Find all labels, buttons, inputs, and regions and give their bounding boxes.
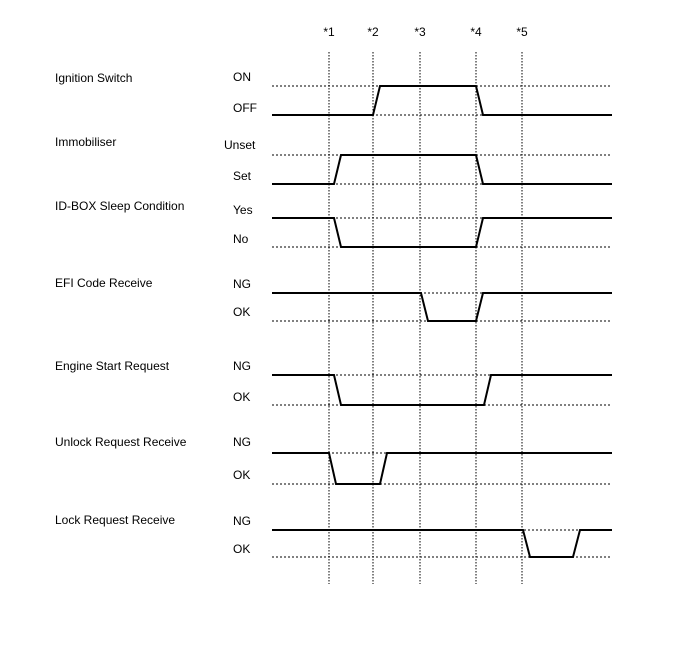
signal-name: EFI Code Receive <box>55 276 153 290</box>
state-label-low: OK <box>233 390 250 404</box>
signal-name: Engine Start Request <box>55 359 170 373</box>
signal-name: Ignition Switch <box>55 71 132 85</box>
state-label-high: NG <box>233 435 251 449</box>
signal-waveform <box>272 452 612 485</box>
signal-waveform <box>272 154 612 185</box>
signal-waveform <box>272 529 612 558</box>
state-label-high: NG <box>233 277 251 291</box>
timing-diagram: *1 *2 *3 *4 *5 Ignition Switch ON OFF Immobilise… <box>55 25 612 584</box>
state-label-low: OK <box>233 542 250 556</box>
signal-waveform <box>272 85 612 116</box>
marker-label: *1 <box>323 25 335 39</box>
state-label-high: Unset <box>224 138 256 152</box>
state-label-high: NG <box>233 359 251 373</box>
signal-name: Unlock Request Receive <box>55 435 187 449</box>
marker-label: *5 <box>516 25 528 39</box>
signal-name: Immobiliser <box>55 135 116 149</box>
marker-label: *2 <box>367 25 379 39</box>
marker-label: *4 <box>470 25 482 39</box>
signal-name: ID-BOX Sleep Condition <box>55 199 184 213</box>
marker-label: *3 <box>414 25 426 39</box>
state-label-low: Set <box>233 169 252 183</box>
state-label-low: OFF <box>233 101 257 115</box>
state-label-high: ON <box>233 70 251 84</box>
state-label-low: OK <box>233 468 250 482</box>
signal-waveform <box>272 374 612 406</box>
state-label-high: Yes <box>233 203 253 217</box>
signal-waveform <box>272 292 612 322</box>
state-label-low: OK <box>233 305 250 319</box>
signal-name: Lock Request Receive <box>55 513 175 527</box>
state-label-low: No <box>233 232 249 246</box>
state-label-high: NG <box>233 514 251 528</box>
signal-waveform <box>272 217 612 248</box>
